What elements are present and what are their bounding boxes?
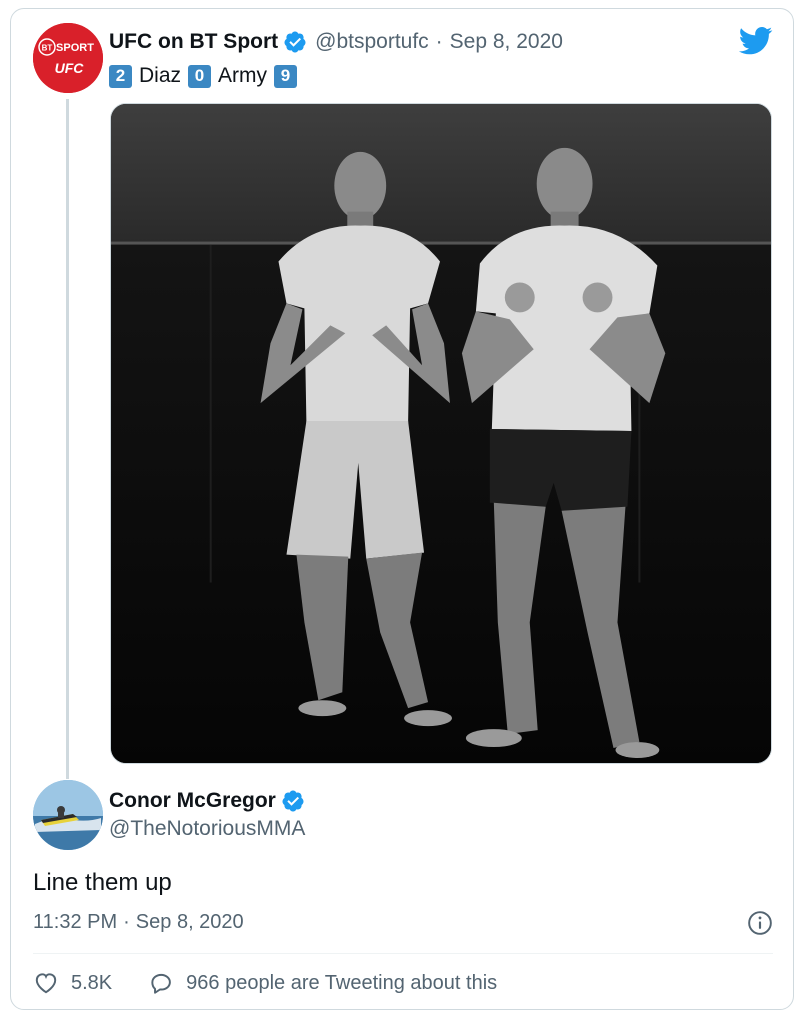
reply-tweet-header: Conor McGregor [109,787,305,815]
tweet-photo[interactable] [110,103,772,764]
reply-author-handle[interactable]: @TheNotoriousMMA [109,817,305,841]
tweet-word: Army [218,64,268,87]
meta-separator: · [123,911,130,933]
thread-connector-line [66,99,69,779]
reply-conversation-label: 966 people are Tweeting about this [186,971,498,994]
keycap-digit: 0 [188,64,212,88]
parent-tweet-date[interactable]: Sep 8, 2020 [450,30,563,54]
like-button[interactable]: 5.8K [33,970,112,996]
parent-author-handle[interactable]: @btsportufc [315,30,429,54]
actions-divider [33,953,773,954]
heart-icon [35,973,57,994]
parent-author-avatar[interactable]: BT SPORT UFC [33,23,103,93]
tweet-actions-bar: 5.8K 966 people are Tweeting about this [33,968,497,998]
avatar-logo-sport: SPORT [56,42,94,54]
reply-tweet-text: Line them up [33,869,172,896]
tweet-time[interactable]: 11:32 PM [33,911,117,934]
like-count: 5.8K [71,971,113,994]
info-icon[interactable] [747,910,773,936]
parent-tweet-header: UFC on BT Sport @btsportufc · Sep 8, 202… [109,27,563,57]
avatar-logo-bt: BT [42,44,53,53]
tweet-date[interactable]: Sep 8, 2020 [136,911,244,934]
tweet-word: Diaz [139,64,182,87]
verified-badge-icon [284,31,306,53]
reply-conversation-button[interactable]: 966 people are Tweeting about this [148,970,497,996]
reply-author-avatar[interactable] [33,780,103,850]
verified-badge-icon [282,790,304,812]
keycap-digit: 2 [109,64,132,88]
speech-bubble-icon [151,973,172,994]
avatar-logo-ufc: UFC [55,60,85,76]
reply-tweet-timestamp[interactable]: 11:32 PM · Sep 8, 2020 [33,911,244,934]
twitter-bird-icon[interactable] [739,27,773,55]
header-separator: · [435,30,443,53]
keycap-digit: 9 [274,64,298,88]
reply-author-name[interactable]: Conor McGregor [109,789,276,813]
photo-icon [111,104,771,763]
parent-tweet-text: 2 Diaz 0 Army 9 [109,62,304,90]
embedded-tweet-card[interactable]: BT SPORT UFC UFC on BT Sport @btsportufc… [10,8,794,1010]
parent-author-name[interactable]: UFC on BT Sport [109,30,278,54]
